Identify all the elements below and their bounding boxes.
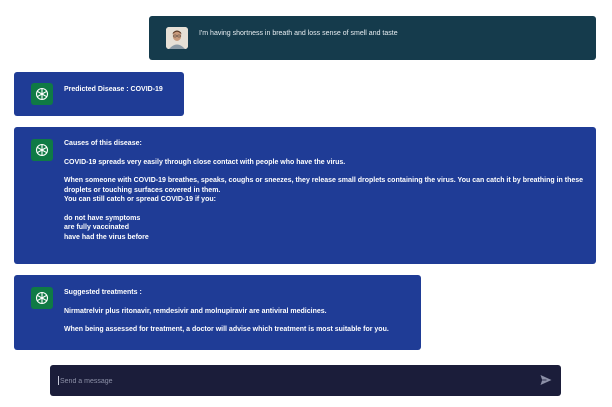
send-icon[interactable] [539,373,553,387]
text-caret [58,376,59,385]
bot-message-treatments: Suggested treatments : Nirmatrelvir plus… [14,275,421,350]
bot-message-prediction: Predicted Disease : COVID-19 [14,72,184,116]
causes-para-2: When someone with COVID-19 breathes, spe… [64,177,584,194]
causes-content: Causes of this disease: COVID-19 spreads… [64,139,584,242]
treatments-heading: Suggested treatments : [64,289,142,296]
causes-list-item: do not have symptoms [64,214,141,222]
causes-para-1: COVID-19 spreads very easily through clo… [64,158,346,166]
chatgpt-logo-icon [31,139,53,161]
causes-para-3: You can still catch or spread COVID-19 i… [64,196,216,203]
chatgpt-logo-icon [31,287,53,309]
user-message: I'm having shortness in breath and loss … [149,16,596,60]
prediction-text: Predicted Disease : COVID-19 [64,86,163,93]
user-message-text: I'm having shortness in breath and loss … [199,30,398,37]
bot-message-causes: Causes of this disease: COVID-19 spreads… [14,127,596,264]
user-avatar-icon [166,27,188,49]
treatments-content: Suggested treatments : Nirmatrelvir plus… [64,288,414,335]
causes-list-item: have had the virus before [64,233,149,241]
causes-heading: Causes of this disease: [64,140,142,147]
treatments-para-1: Nirmatrelvir plus ritonavir, remdesivir … [64,307,327,315]
treatments-para-2: When being assessed for treatment, a doc… [64,326,389,333]
chatgpt-logo-icon [31,83,53,105]
causes-list-item: are fully vaccinated [64,224,129,231]
message-input[interactable] [58,372,532,391]
message-composer [50,365,561,396]
